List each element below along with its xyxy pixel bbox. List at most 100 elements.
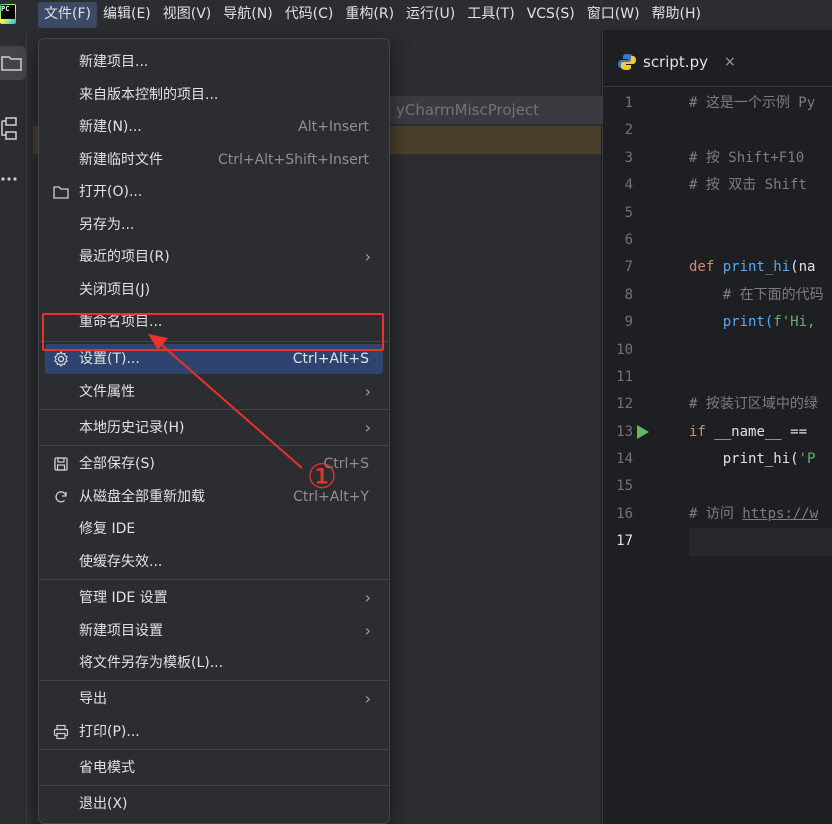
shortcut-label: Alt+Insert [298,119,369,135]
comment: # 访问 [689,505,743,522]
menu-item-save-as-template[interactable]: 将文件另存为模板(L)... [39,648,389,678]
line-number-gutter: 1 2 3 4 5 6 7 8 9 10 11 12 13 14 15 16 1… [603,90,683,556]
line-number: 7 [624,259,633,276]
save-icon [54,457,68,471]
line-number: 1 [624,95,633,111]
line-number: 3 [624,149,633,166]
close-icon[interactable]: × [724,54,736,70]
menu-item-open[interactable]: 打开(O)... [39,177,389,207]
menubar-items: 文件(F) 编辑(E) 视图(V) 导航(N) 代码(C) 重构(R) 运行(U… [38,0,707,30]
tab-label: script.py [643,53,708,71]
menu-refactor[interactable]: 重构(R) [339,0,400,30]
submenu-arrow-icon: › [364,621,371,640]
menu-item-label: 将文件另存为模板(L)... [79,655,224,671]
submenu-arrow-icon: › [364,588,371,607]
line-number: 15 [616,478,633,495]
menu-vcs[interactable]: VCS(S) [521,0,581,30]
code-line-current [689,528,832,556]
annotation-highlight-box [42,313,384,351]
menu-navigate[interactable]: 导航(N) [217,0,278,30]
line-number: 13 [616,423,633,440]
menu-item-label: 从磁盘全部重新加载 [79,489,205,505]
menu-item-power-save[interactable]: 省电模式 [39,753,389,783]
more-icon [1,177,17,181]
menu-item-close-project[interactable]: 关闭项目(J) [39,275,389,305]
menu-item-new-scratch[interactable]: 新建临时文件 Ctrl+Alt+Shift+Insert [39,145,389,175]
folder-icon [53,186,69,199]
menu-bar: PC 文件(F) 编辑(E) 视图(V) 导航(N) 代码(C) 重构(R) 运… [0,0,832,30]
string-literal: f'Hi, [773,314,816,331]
menu-item-label: 本地历史记录(H) [79,420,185,436]
line-number: 11 [616,368,633,385]
menu-item-repair-ide[interactable]: 修复 IDE [39,514,389,544]
pycharm-logo-icon: PC [0,4,16,24]
project-tool-button[interactable] [0,46,26,80]
menu-item-invalidate-caches[interactable]: 使缓存失效... [39,547,389,577]
code-line: if __name__ == [689,419,832,446]
menu-item-from-vcs[interactable]: 来自版本控制的项目... [39,80,389,110]
gear-icon [54,351,68,367]
menu-separator [39,680,389,681]
code-line: # 按装订区域中的绿 [689,396,818,413]
file-menu-dropdown: 新建项目... 来自版本控制的项目... 新建(N)... Alt+Insert … [38,38,390,824]
menu-item-label: 管理 IDE 设置 [79,590,168,606]
menu-item-new-project-settings[interactable]: 新建项目设置 › [39,616,389,646]
menu-edit[interactable]: 编辑(E) [97,0,157,30]
menu-item-save-as[interactable]: 另存为... [39,210,389,240]
menu-item-label: 新建临时文件 [79,152,163,168]
submenu-arrow-icon: › [364,689,371,708]
menu-item-manage-ide-settings[interactable]: 管理 IDE 设置 › [39,583,389,613]
menu-item-new[interactable]: 新建(N)... Alt+Insert [39,112,389,142]
line-number: 6 [624,231,633,248]
menu-item-recent-projects[interactable]: 最近的项目(R) › [39,242,389,272]
menu-item-label: 文件属性 [79,384,135,400]
code-line: print_hi('P [689,446,832,473]
menu-item-print[interactable]: 打印(P)... [39,717,389,747]
code-text[interactable]: # 这是一个示例 Py # 按 Shift+F10 # 按 双击 Shift d… [689,90,832,556]
menu-item-local-history[interactable]: 本地历史记录(H) › [39,413,389,443]
builtin-call: print( [689,314,774,331]
line-number: 12 [616,396,633,413]
submenu-arrow-icon: › [364,382,371,401]
annotation-step-number: ① [306,457,338,497]
menu-item-new-project[interactable]: 新建项目... [39,47,389,77]
code-line: # 在下面的代码 [689,286,824,303]
project-path-field[interactable]: yCharmMiscProject [382,96,612,124]
editor-tab-bar: script.py × [603,30,832,87]
menu-item-label: 最近的项目(R) [79,249,170,265]
menu-run[interactable]: 运行(U) [400,0,461,30]
menu-file[interactable]: 文件(F) [38,2,97,28]
menu-item-label: 退出(X) [79,796,128,812]
menu-item-file-properties[interactable]: 文件属性 › [39,377,389,407]
tab-script-py[interactable]: script.py × [617,48,736,76]
menu-help[interactable]: 帮助(H) [646,0,707,30]
menu-item-label: 全部保存(S) [79,456,155,472]
menu-window[interactable]: 窗口(W) [581,0,646,30]
menu-tools[interactable]: 工具(T) [461,0,520,30]
menu-item-label: 新建项目设置 [79,623,163,639]
code-line: # 按 双击 Shift [689,177,816,194]
menu-code[interactable]: 代码(C) [279,0,340,30]
menu-separator [39,579,389,580]
structure-icon [1,117,17,140]
code-line: # 访问 https://w [689,501,832,528]
string-literal: 'P [798,451,816,468]
menu-item-exit[interactable]: 退出(X) [39,789,389,819]
code-editor[interactable]: script.py × 1 2 3 4 5 6 7 8 9 10 11 12 1… [602,30,832,824]
more-tools-button[interactable] [0,162,26,196]
code-line: # 这是一个示例 Py [689,95,816,111]
run-gutter-icon[interactable] [637,425,649,439]
menu-separator [39,445,389,446]
menu-item-label: 打开(O)... [79,184,143,200]
menu-view[interactable]: 视图(V) [157,0,218,30]
menu-item-export[interactable]: 导出 › [39,684,389,714]
line-number: 4 [624,177,633,194]
url-link[interactable]: https://w [742,506,818,522]
structure-tool-button[interactable] [0,112,26,146]
